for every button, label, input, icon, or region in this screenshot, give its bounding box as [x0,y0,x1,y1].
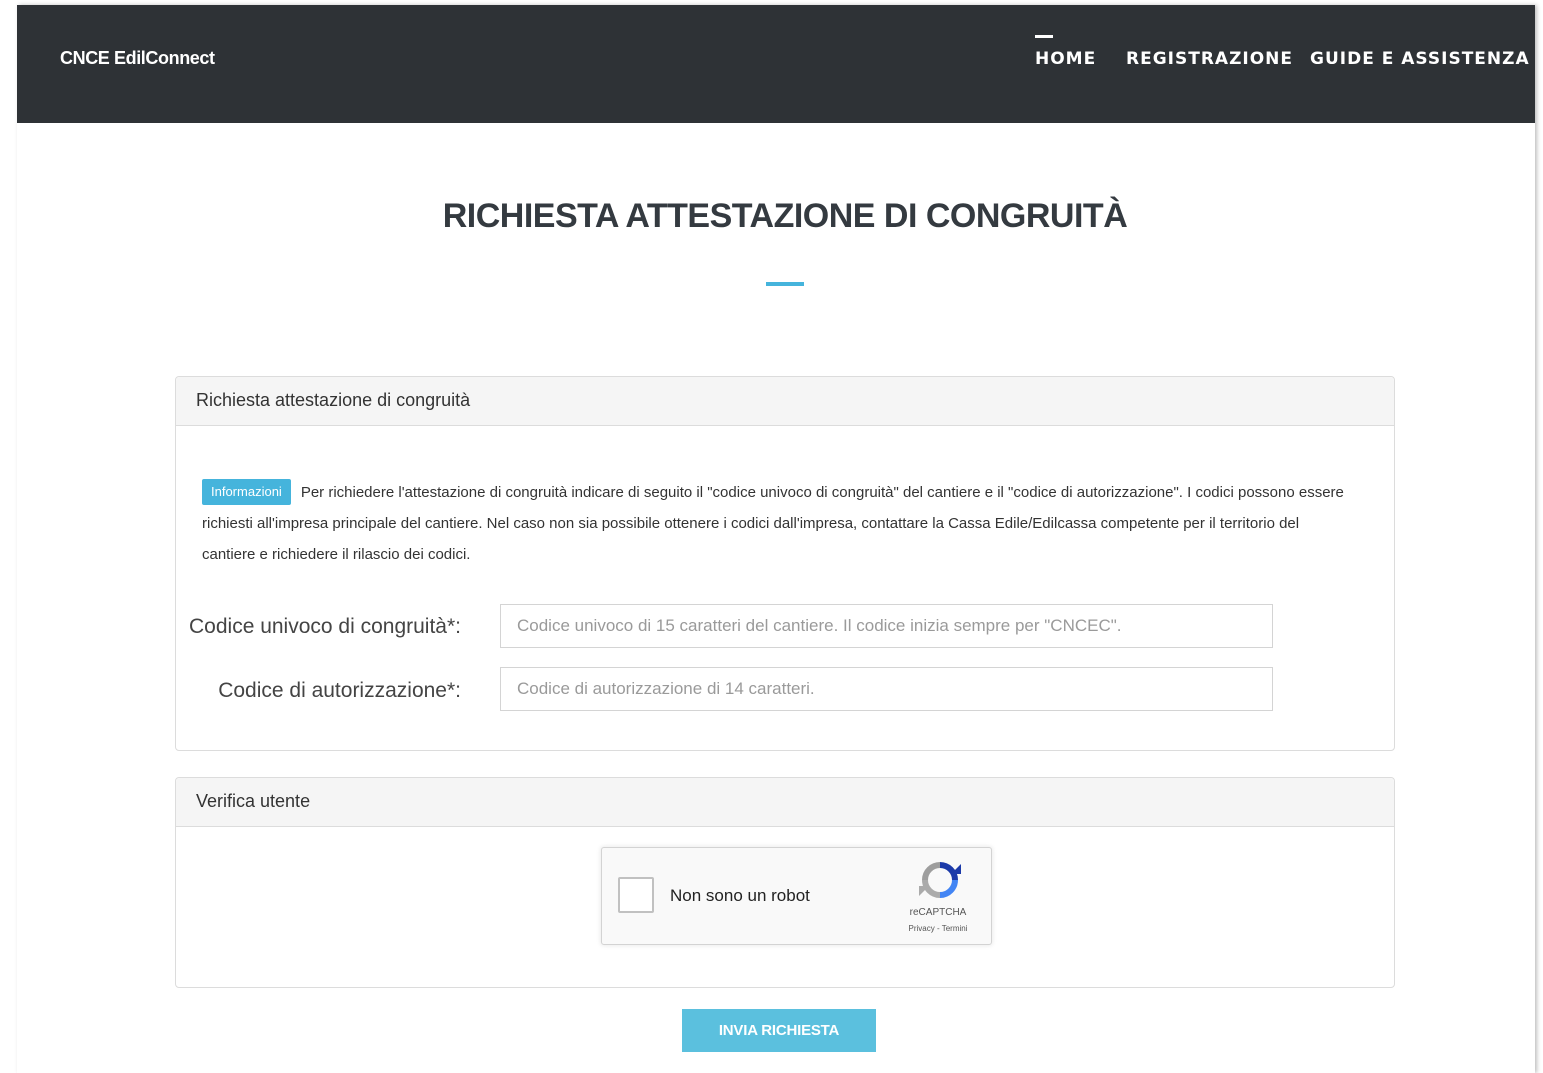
recaptcha-privacy-link[interactable]: Privacy [909,924,935,933]
info-badge: Informazioni [202,479,291,505]
nav-item-guide-assistenza[interactable]: GUIDE E ASSISTENZA [1310,49,1530,69]
recaptcha-link-separator: - [934,924,942,933]
top-navbar: CNCE EdilConnect HOME REGISTRAZIONE GUID… [17,5,1535,123]
recaptcha-logo-icon [919,862,961,898]
browser-viewport: CNCE EdilConnect HOME REGISTRAZIONE GUID… [17,5,1535,1073]
recaptcha-brand: reCAPTCHA [909,907,967,918]
recaptcha-terms-link[interactable]: Termini [942,924,968,933]
recaptcha-widget: Non sono un robot reCAPTCHA Privacy - Te… [601,847,992,945]
title-underline [766,282,804,286]
page-title: RICHIESTA ATTESTAZIONE DI CONGRUITÀ [442,197,1128,235]
verify-panel: Verifica utente Non sono un robot reCAPT… [175,777,1395,988]
codice-autorizzazione-input[interactable] [500,667,1273,711]
recaptcha-label: Non sono un robot [670,886,810,905]
request-panel: Richiesta attestazione di congruità Info… [175,376,1395,751]
request-panel-heading: Richiesta attestazione di congruità [176,377,1394,426]
nav-item-registrazione[interactable]: REGISTRAZIONE [1126,49,1293,69]
codice-autorizzazione-label: Codice di autorizzazione*: [218,679,461,702]
codice-univoco-input[interactable] [500,604,1273,648]
verify-panel-heading: Verifica utente [176,778,1394,827]
info-paragraph: Informazioni Per richiedere l'attestazion… [202,477,1352,570]
nav-active-indicator [1035,35,1053,38]
recaptcha-checkbox[interactable] [618,877,654,913]
submit-request-button[interactable]: INVIA RICHIESTA [682,1009,876,1052]
nav-item-home[interactable]: HOME [1035,49,1096,69]
info-text: Per richiedere l'attestazione di congrui… [202,484,1344,563]
brand-logo-text[interactable]: CNCE EdilConnect [60,48,215,69]
recaptcha-links: Privacy - Termini [892,924,984,933]
codice-univoco-label: Codice univoco di congruità*: [189,615,461,638]
